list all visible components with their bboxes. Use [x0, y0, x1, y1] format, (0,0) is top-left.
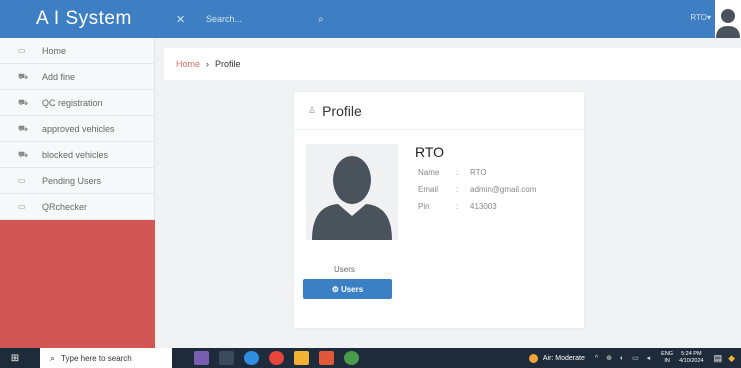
- sidebar-item-blocked-vehicles[interactable]: ⛟ blocked vehicles: [0, 142, 154, 168]
- profile-card: ♙ Profile RTO Name : RTO Email : admin@g…: [294, 92, 584, 328]
- chrome-browser-icon[interactable]: [344, 351, 359, 365]
- profile-card-header: ♙ Profile: [294, 92, 584, 130]
- taskbar-search[interactable]: ⌕ Type here to search: [40, 348, 172, 368]
- clock-date: 4/10/2024: [679, 358, 704, 364]
- sidebar-item-label: QRchecker: [42, 201, 88, 212]
- sidebar-item-qrchecker[interactable]: ▭ QRchecker: [0, 194, 154, 220]
- field-colon: :: [456, 202, 459, 211]
- users-button-label: Users: [340, 284, 364, 294]
- taskbar-search-placeholder: Type here to search: [61, 353, 132, 363]
- sidebar-item-home[interactable]: ▭ Home: [0, 38, 154, 64]
- air-quality-icon: [528, 353, 538, 363]
- clock-time: 5:24 PM: [681, 351, 702, 357]
- car-icon: ⛟: [18, 149, 29, 159]
- sidebar-item-qc-registration[interactable]: ⛟ QC registration: [0, 90, 154, 116]
- sidebar-item-label: Add fine: [42, 71, 76, 82]
- search-icon: ⌕: [50, 352, 56, 363]
- sidebar-accent-panel: [0, 220, 155, 348]
- top-navbar: A I System ✕ ⌕ RTO▾: [0, 0, 741, 38]
- edge-browser-icon[interactable]: [244, 351, 259, 365]
- search-icon[interactable]: ⌕: [318, 14, 324, 25]
- field-colon: :: [456, 168, 459, 177]
- taskbar-apps: [194, 351, 369, 365]
- field-key: Email: [418, 185, 439, 194]
- tray-icons[interactable]: ^ ⊕ ◐ ▭ ◂: [595, 354, 653, 362]
- field-value: 413003: [470, 202, 497, 211]
- search-input[interactable]: [206, 7, 336, 31]
- sidebar-item-add-fine[interactable]: ⛟ Add fine: [0, 64, 154, 90]
- sidebar-item-label: Pending Users: [42, 175, 102, 186]
- task-view-icon[interactable]: [219, 351, 234, 365]
- field-colon: :: [456, 185, 459, 194]
- profile-name: RTO: [415, 144, 445, 160]
- gear-icon: ⚙: [331, 284, 339, 294]
- home-icon: ▭: [18, 202, 26, 211]
- page-title: Profile: [322, 102, 362, 119]
- car-icon: ⛟: [18, 123, 29, 133]
- app-window: A I System ✕ ⌕ RTO▾ ▭ Home ⛟ Add fine ⛟ QC …: [0, 0, 741, 348]
- system-tray: Air: Moderate ^ ⊕ ◐ ▭ ◂ ENG IN 5:24 PM 4…: [528, 348, 741, 368]
- sidebar-item-label: blocked vehicles: [42, 149, 109, 160]
- breadcrumb: Home › Profile: [164, 48, 741, 80]
- car-icon: ⛟: [18, 71, 29, 81]
- language-indicator[interactable]: ENG IN: [661, 351, 673, 365]
- user-icon: ♙: [308, 105, 317, 115]
- users-label: Users: [334, 265, 355, 274]
- lang-bottom: IN: [664, 358, 670, 364]
- brand-logo[interactable]: A I System: [0, 0, 162, 38]
- field-key: Name: [418, 168, 440, 177]
- car-icon: ⛟: [18, 97, 29, 107]
- profile-photo: [306, 144, 398, 240]
- breadcrumb-separator: ›: [206, 59, 210, 69]
- sidebar-item-label: Home: [42, 45, 67, 56]
- profile-avatar-icon: [312, 156, 392, 240]
- copilot-icon[interactable]: ◆: [728, 353, 735, 364]
- notification-icon[interactable]: ▤: [714, 353, 723, 364]
- sidebar-item-pending-users[interactable]: ▭ Pending Users: [0, 168, 154, 194]
- home-icon: ▭: [18, 176, 26, 185]
- sidebar-item-label: QC registration: [42, 97, 103, 108]
- home-icon: ▭: [18, 46, 26, 55]
- profile-field-email: Email : admin@gmail.com: [418, 185, 536, 194]
- office-app-icon[interactable]: [319, 351, 334, 365]
- profile-field-name: Name : RTO: [418, 168, 487, 177]
- sidebar-item-label: approved vehicles: [42, 123, 115, 134]
- air-quality-text: Air: Moderate: [542, 354, 585, 362]
- user-menu-label: RTO: [690, 13, 707, 22]
- users-button[interactable]: ⚙ Users: [303, 279, 392, 299]
- sidebar-item-approved-vehicles[interactable]: ⛟ approved vehicles: [0, 116, 154, 142]
- weather-widget[interactable]: Air: Moderate: [528, 353, 585, 363]
- widget-app-icon[interactable]: [194, 351, 209, 365]
- field-value: admin@gmail.com: [470, 185, 537, 194]
- profile-field-pin: Pin : 413003: [418, 202, 497, 211]
- breadcrumb-current: Profile: [215, 59, 241, 69]
- wps-office-icon[interactable]: [269, 351, 284, 365]
- avatar-silhouette-icon: [716, 9, 740, 38]
- user-menu-dropdown[interactable]: RTO▾: [690, 13, 711, 22]
- windows-start-icon[interactable]: ⊞: [4, 348, 26, 368]
- clock[interactable]: 5:24 PM 4/10/2024: [679, 351, 703, 365]
- expand-icon[interactable]: ✕: [176, 13, 192, 26]
- sidebar: ▭ Home ⛟ Add fine ⛟ QC registration ⛟ approv…: [0, 38, 155, 348]
- lang-top: ENG: [661, 351, 674, 357]
- field-value: RTO: [470, 168, 487, 177]
- field-key: Pin: [418, 202, 430, 211]
- file-explorer-icon[interactable]: [294, 351, 309, 365]
- windows-taskbar: ⊞ ⌕ Type here to search Air: Moderate ^ …: [0, 348, 741, 368]
- user-avatar[interactable]: [715, 0, 741, 38]
- breadcrumb-home-link[interactable]: Home: [176, 59, 200, 69]
